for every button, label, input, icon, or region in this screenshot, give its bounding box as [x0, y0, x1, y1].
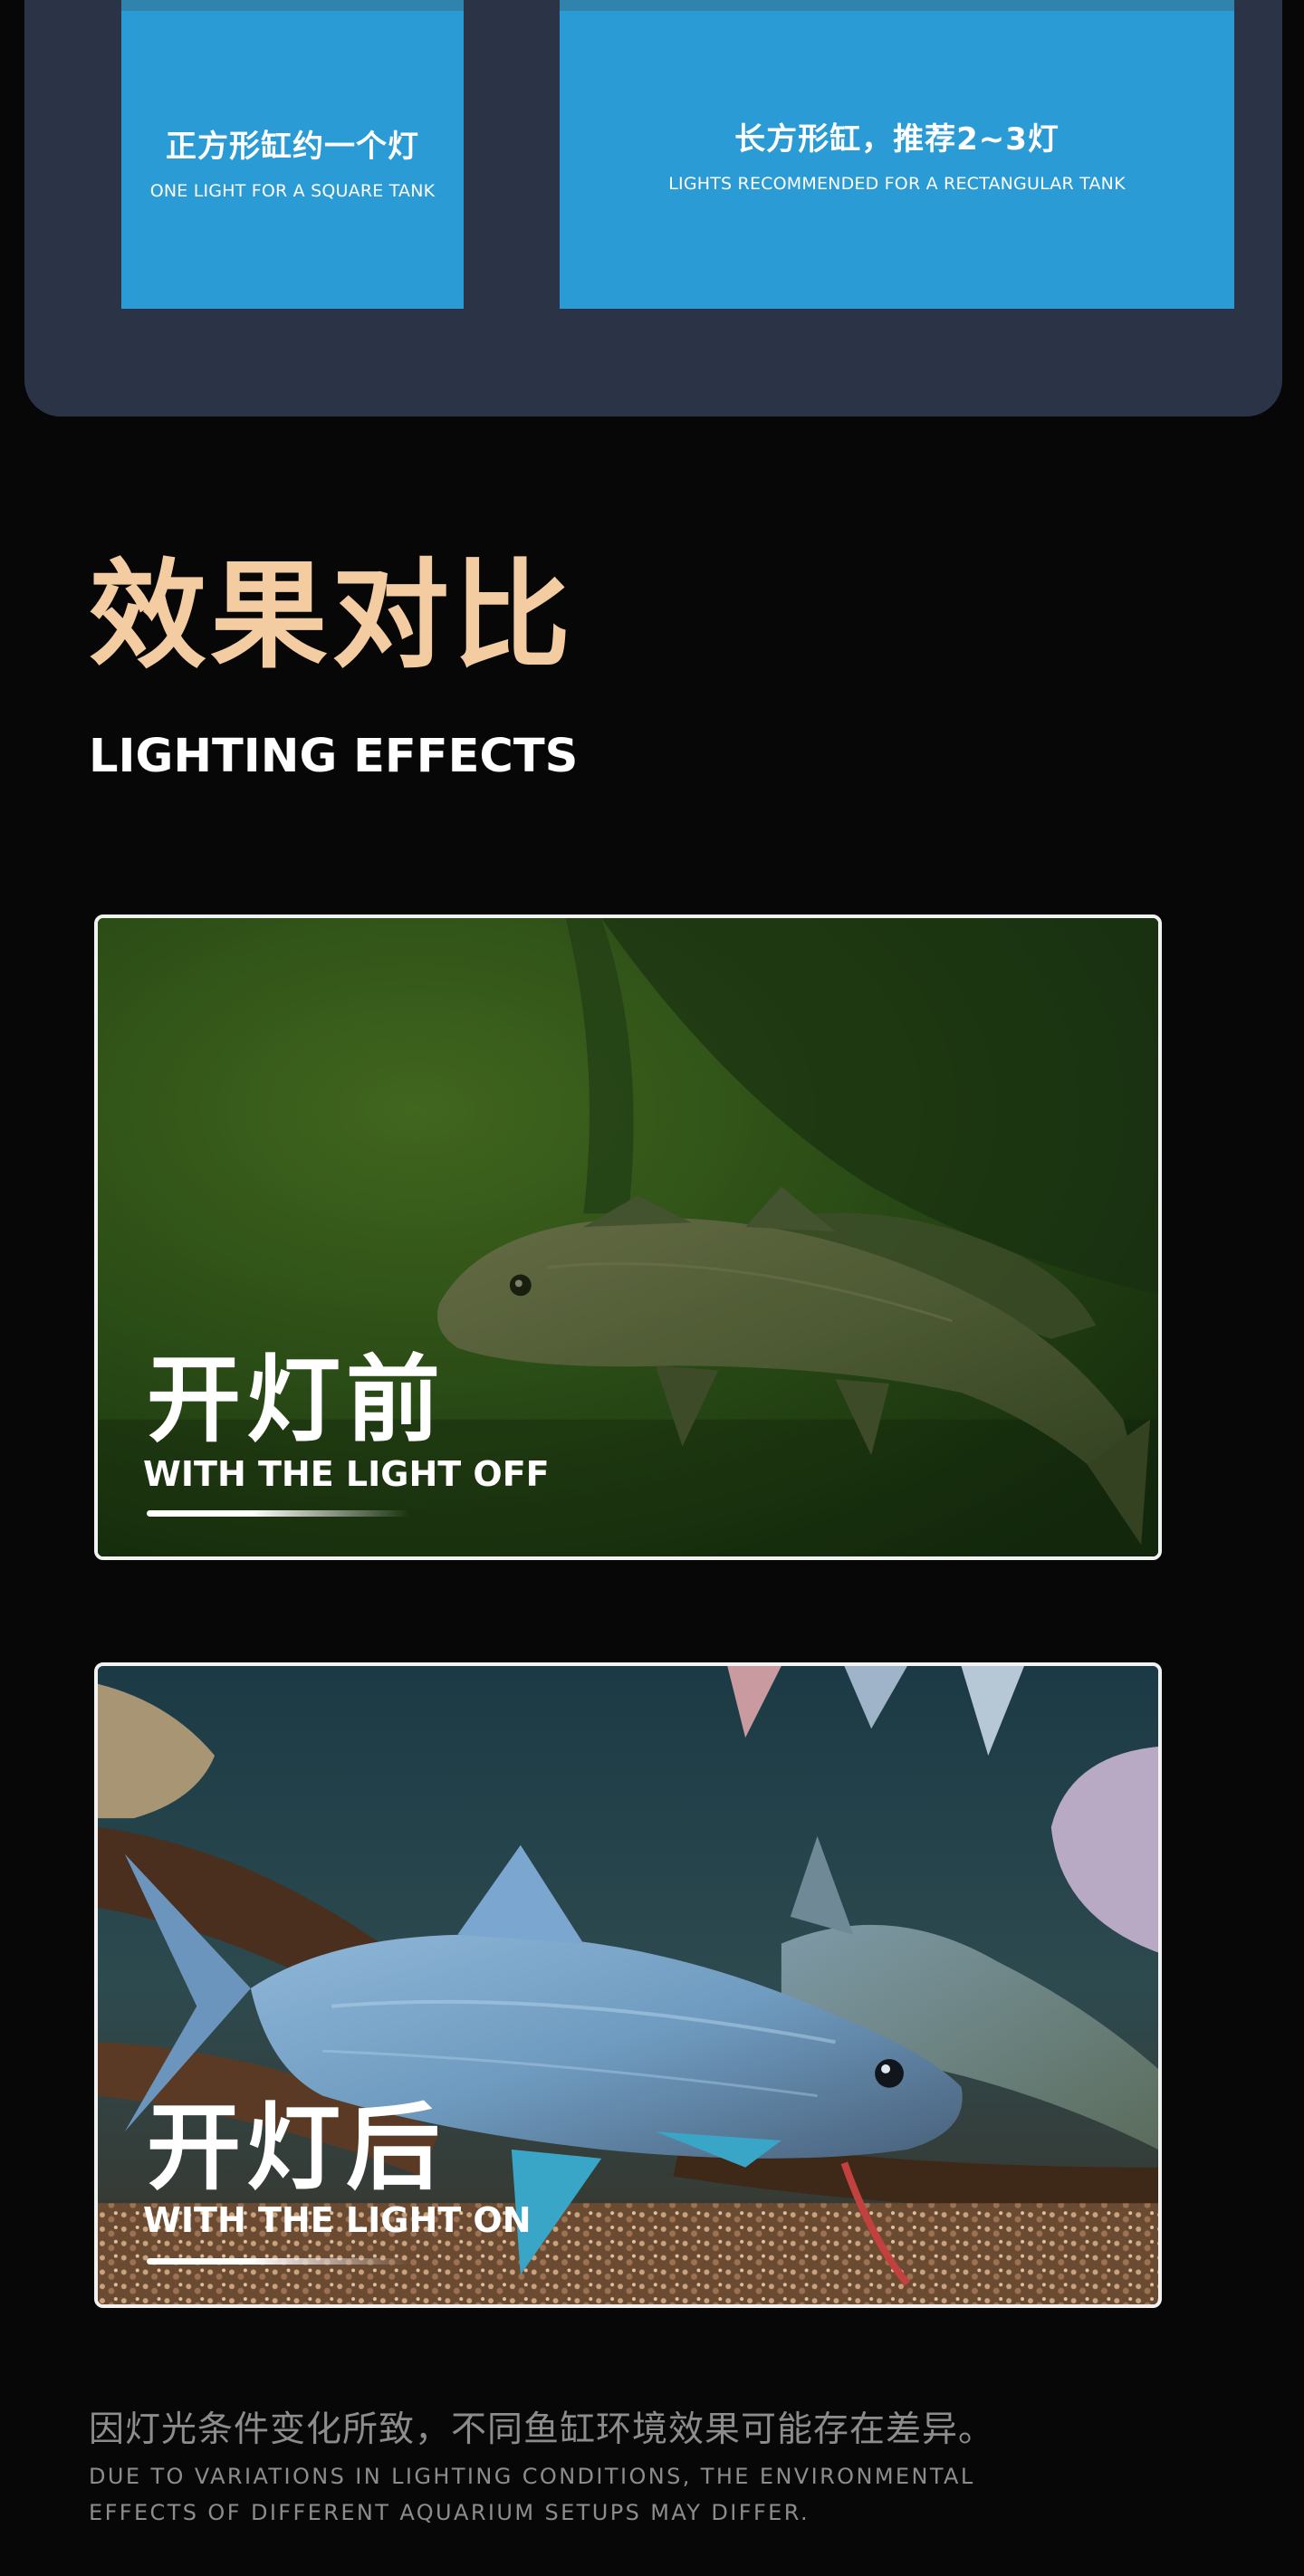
rectangular-tank-subtitle: LIGHTS RECOMMENDED FOR A RECTANGULAR TAN… [668, 174, 1126, 194]
card-header-strip [560, 0, 1234, 11]
section-subtitle: LIGHTING EFFECTS [89, 730, 579, 783]
square-tank-title: 正方形缸约一个灯 [166, 129, 419, 165]
card-header-strip [121, 0, 464, 11]
square-tank-card: 正方形缸约一个灯 ONE LIGHT FOR A SQUARE TANK [121, 0, 464, 309]
rectangular-tank-title: 长方形缸，推荐2~3灯 [734, 121, 1060, 158]
disclaimer-en: DUE TO VARIATIONS IN LIGHTING CONDITIONS… [89, 2464, 975, 2525]
label-underline [147, 2258, 409, 2265]
light-on-label: 开灯后 [147, 2092, 446, 2203]
rectangular-tank-card: 长方形缸，推荐2~3灯 LIGHTS RECOMMENDED FOR A REC… [560, 0, 1234, 309]
disclaimer-cn: 因灯光条件变化所致，不同鱼缸环境效果可能存在差异。 [89, 2409, 995, 2450]
tank-size-panel: 正方形缸约一个灯 ONE LIGHT FOR A SQUARE TANK 长方形… [24, 0, 1282, 417]
light-on-label-en: WITH THE LIGHT ON [143, 2200, 532, 2240]
light-off-label-en: WITH THE LIGHT OFF [143, 1454, 550, 1494]
photo-light-off: 开灯前 WITH THE LIGHT OFF [94, 915, 1162, 1560]
section-title: 效果对比 [89, 547, 575, 685]
square-tank-subtitle: ONE LIGHT FOR A SQUARE TANK [149, 181, 436, 201]
photo-light-on: 开灯后 WITH THE LIGHT ON [94, 1662, 1162, 2308]
label-underline [147, 1510, 409, 1517]
light-off-label: 开灯前 [147, 1345, 446, 1455]
